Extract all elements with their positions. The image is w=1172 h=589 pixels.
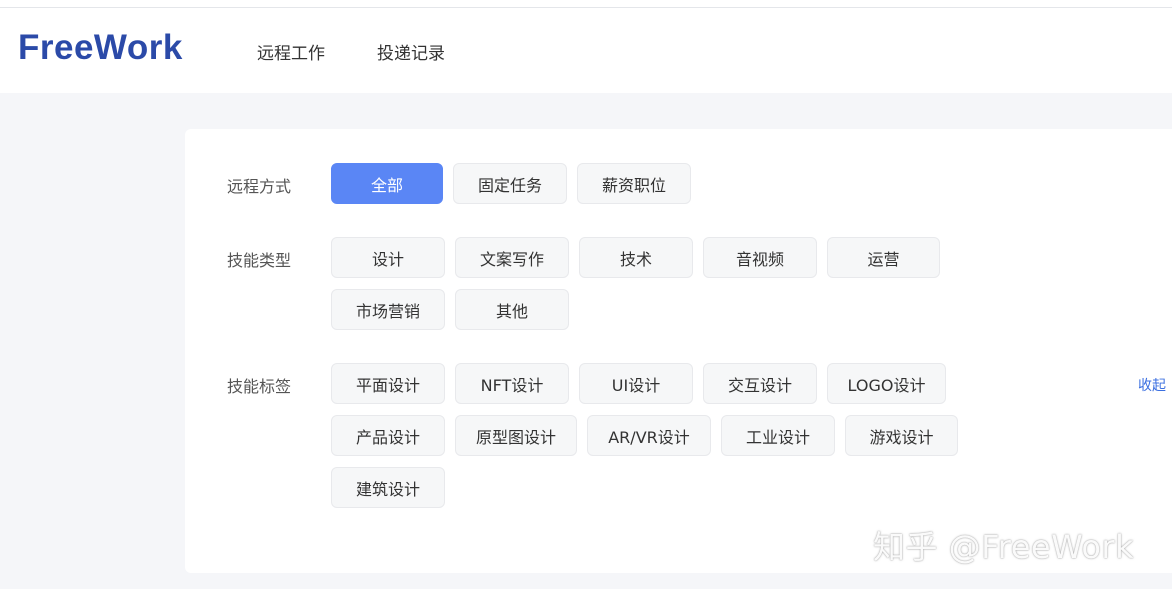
remote-mode-label: 远程方式 [227, 177, 292, 196]
collapse-link[interactable]: 收起 [1138, 375, 1166, 395]
chip-skill-tech[interactable]: 技术 [579, 237, 693, 278]
chip-fixed-task[interactable]: 固定任务 [453, 163, 567, 204]
chip-tag-ar-vr-design[interactable]: AR/VR设计 [587, 415, 711, 456]
freework-logo[interactable]: FreeWork [18, 28, 183, 68]
chip-skill-audio-video[interactable]: 音视频 [703, 237, 817, 278]
header: FreeWork 远程工作 投递记录 [0, 8, 1172, 93]
chip-tag-product-design[interactable]: 产品设计 [331, 415, 445, 456]
chip-remote-all[interactable]: 全部 [331, 163, 443, 204]
top-border [0, 0, 1172, 8]
chip-tag-prototype-design[interactable]: 原型图设计 [455, 415, 577, 456]
nav-application-records[interactable]: 投递记录 [377, 39, 445, 64]
chip-skill-other[interactable]: 其他 [455, 289, 569, 330]
chip-tag-industrial-design[interactable]: 工业设计 [721, 415, 835, 456]
chip-tag-logo-design[interactable]: LOGO设计 [827, 363, 946, 404]
chip-tag-nft-design[interactable]: NFT设计 [455, 363, 569, 404]
chip-skill-copywriting[interactable]: 文案写作 [455, 237, 569, 278]
nav-remote-work[interactable]: 远程工作 [257, 39, 325, 64]
chip-tag-architecture-design[interactable]: 建筑设计 [331, 467, 445, 508]
chip-salary-position[interactable]: 薪资职位 [577, 163, 691, 204]
zhihu-watermark: 知乎 @FreeWork [873, 528, 1135, 566]
chip-tag-game-design[interactable]: 游戏设计 [845, 415, 958, 456]
chip-skill-design[interactable]: 设计 [331, 237, 445, 278]
skill-tags-label: 技能标签 [227, 377, 292, 396]
chip-tag-ui-design[interactable]: UI设计 [579, 363, 693, 404]
chip-tag-interaction-design[interactable]: 交互设计 [703, 363, 817, 404]
chip-tag-graphic-design[interactable]: 平面设计 [331, 363, 445, 404]
chip-skill-operations[interactable]: 运营 [827, 237, 940, 278]
skill-type-label: 技能类型 [227, 251, 292, 270]
chip-skill-marketing[interactable]: 市场营销 [331, 289, 445, 330]
